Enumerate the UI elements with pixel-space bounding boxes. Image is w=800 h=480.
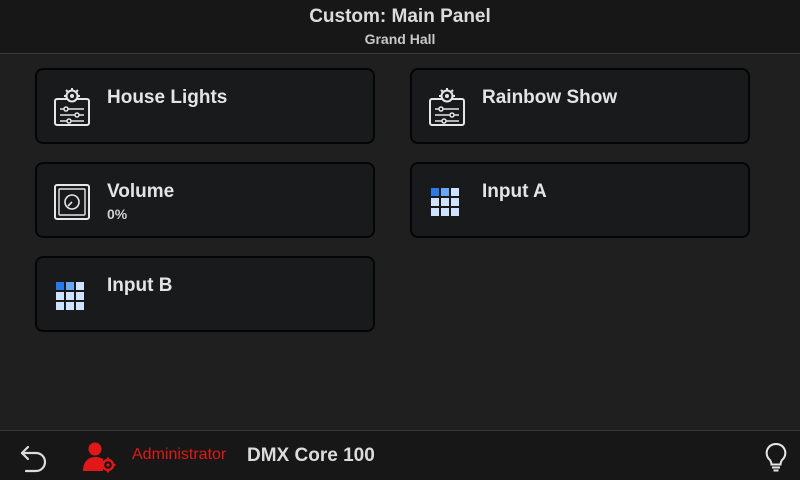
header: Custom: Main Panel Grand Hall <box>0 0 800 54</box>
preset-settings-icon <box>429 88 465 126</box>
admin-user-icon[interactable] <box>82 441 116 473</box>
tile-label: Rainbow Show <box>482 87 618 108</box>
lightbulb-icon[interactable] <box>762 441 790 473</box>
page-title: Custom: Main Panel <box>309 6 491 27</box>
tile-label: Input B <box>107 275 173 296</box>
device-name: DMX Core 100 <box>247 445 375 466</box>
tile-input-a[interactable]: Input A <box>410 162 750 238</box>
input-grid-icon <box>56 282 84 310</box>
footer-bar: Administrator DMX Core 100 <box>0 430 800 480</box>
input-grid-icon <box>431 188 459 216</box>
volume-knob-icon <box>54 184 90 220</box>
tile-input-b[interactable]: Input B <box>35 256 375 332</box>
tile-label: House Lights <box>107 87 228 108</box>
tile-volume[interactable]: Volume 0% <box>35 162 375 238</box>
page-subtitle: Grand Hall <box>364 31 436 47</box>
tile-label: Input A <box>482 181 547 202</box>
preset-settings-icon <box>54 88 90 126</box>
tile-house-lights[interactable]: House Lights <box>35 68 375 144</box>
user-role-label[interactable]: Administrator <box>132 446 226 464</box>
app-window: Custom: Main Panel Grand Hall House Ligh… <box>0 0 800 480</box>
tile-label: Volume <box>107 181 175 202</box>
back-icon[interactable] <box>18 441 50 473</box>
volume-value: 0% <box>107 206 128 222</box>
tile-rainbow-show[interactable]: Rainbow Show <box>410 68 750 144</box>
